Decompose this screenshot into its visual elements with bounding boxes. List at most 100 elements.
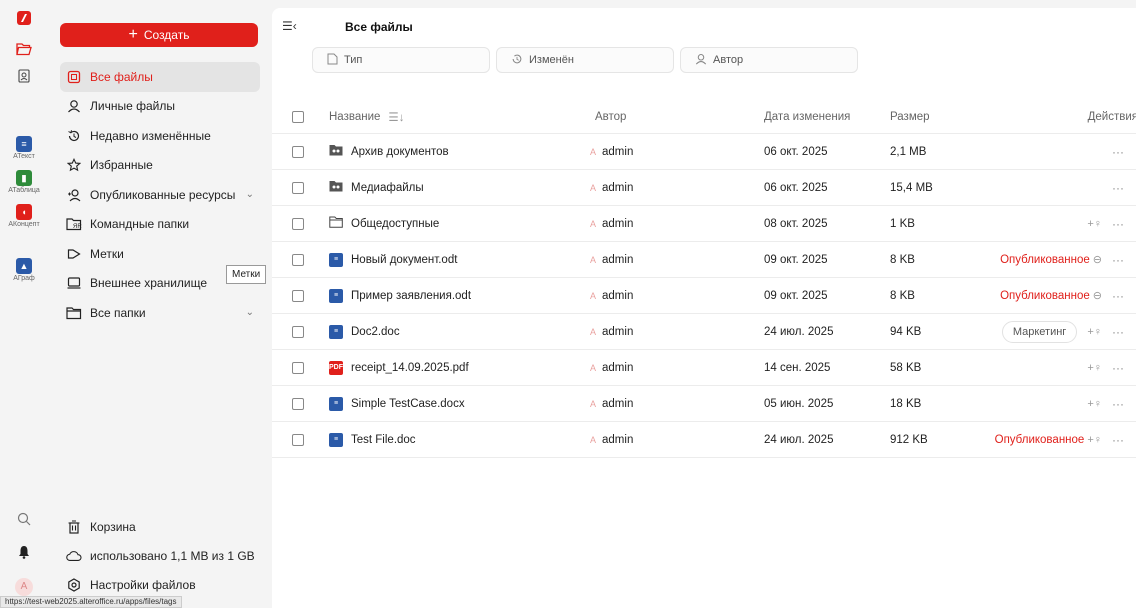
- row-checkbox[interactable]: [292, 397, 304, 410]
- sidebar-item-label: Настройки файлов: [90, 577, 196, 592]
- filter-author[interactable]: Автор: [680, 47, 858, 73]
- more-actions-icon[interactable]: ···: [1112, 289, 1124, 303]
- table-row[interactable]: Архив документов Aadmin 06 окт. 2025 2,1…: [272, 134, 1136, 170]
- share-icon[interactable]: +♀: [1087, 398, 1102, 410]
- file-name[interactable]: Общедоступные: [329, 216, 439, 231]
- author-avatar: A: [590, 218, 597, 229]
- rail-search[interactable]: [0, 512, 48, 529]
- column-date[interactable]: Дата изменения: [764, 111, 850, 123]
- file-author: Aadmin: [590, 362, 633, 374]
- filter-modified[interactable]: Изменён: [496, 47, 674, 73]
- row-checkbox[interactable]: [292, 289, 304, 302]
- file-name[interactable]: Архив документов: [329, 144, 449, 159]
- row-checkbox[interactable]: [292, 145, 304, 158]
- rail-files[interactable]: [0, 42, 48, 59]
- sidebar-item-trash[interactable]: Корзина: [60, 512, 260, 541]
- more-actions-icon[interactable]: ···: [1112, 433, 1124, 447]
- rail-app-1[interactable]: ▮ АТаблица: [0, 170, 48, 194]
- link-icon[interactable]: ⊖: [1093, 289, 1102, 302]
- table-row[interactable]: Общедоступные Aadmin 08 окт. 2025 1 KB +…: [272, 206, 1136, 242]
- rail-contacts[interactable]: [0, 69, 48, 86]
- app-root: ≡ АТекст ▮ АТаблица ◖ АКонцепт ▲ АГраф A…: [0, 0, 1136, 608]
- file-name[interactable]: ≡ Пример заявления.odt: [329, 288, 472, 303]
- link-icon[interactable]: ⊖: [1093, 253, 1102, 266]
- column-name-label: Название: [329, 110, 381, 123]
- table-row[interactable]: ≡ Simple TestCase.docx Aadmin 05 июн. 202…: [272, 386, 1136, 422]
- rail-app-3[interactable]: ▲ АГраф: [0, 258, 48, 282]
- sidebar-item-settings[interactable]: Настройки файлов: [60, 570, 260, 599]
- filter-label: Изменён: [529, 54, 574, 66]
- more-actions-icon[interactable]: ···: [1112, 325, 1124, 339]
- row-actions: ···: [1112, 181, 1124, 195]
- row-checkbox[interactable]: [292, 361, 304, 374]
- table-row[interactable]: Медиафайлы Aadmin 06 окт. 2025 15,4 MB ·…: [272, 170, 1136, 206]
- more-actions-icon[interactable]: ···: [1112, 217, 1124, 231]
- file-name-text: Новый документ.odt: [351, 253, 458, 266]
- share-icon[interactable]: +♀: [1087, 326, 1102, 338]
- sidebar-item-recent[interactable]: Недавно изменённые: [60, 121, 260, 151]
- sidebar-item-published[interactable]: Опубликованные ресурсы ⌄: [60, 180, 260, 210]
- table-row[interactable]: PDF receipt_14.09.2025.pdf Aadmin 14 сен.…: [272, 350, 1136, 386]
- history-icon: [66, 128, 82, 144]
- more-actions-icon[interactable]: ···: [1112, 361, 1124, 375]
- folder-icon: [329, 216, 343, 231]
- share-icon[interactable]: +♀: [1087, 434, 1102, 446]
- more-actions-icon[interactable]: ···: [1112, 145, 1124, 159]
- row-checkbox[interactable]: [292, 433, 304, 446]
- more-actions-icon[interactable]: ···: [1112, 397, 1124, 411]
- file-name[interactable]: PDF receipt_14.09.2025.pdf: [329, 360, 469, 375]
- table-body: Архив документов Aadmin 06 окт. 2025 2,1…: [272, 134, 1136, 458]
- sidebar-item-all-files[interactable]: Все файлы: [60, 62, 260, 92]
- chevron-down-icon[interactable]: ⌄: [246, 189, 254, 200]
- more-actions-icon[interactable]: ···: [1112, 181, 1124, 195]
- filter-label: Автор: [713, 54, 744, 66]
- more-actions-icon[interactable]: ···: [1112, 253, 1124, 267]
- published-status: Опубликованное: [994, 433, 1085, 446]
- row-checkbox[interactable]: [292, 181, 304, 194]
- search-icon: [17, 512, 31, 526]
- storage-usage-text: использовано 1,1 MB из 1 GB: [90, 548, 255, 563]
- file-name-text: Пример заявления.odt: [351, 289, 472, 302]
- file-name[interactable]: ≡ Новый документ.odt: [329, 252, 458, 267]
- table-row[interactable]: ≡ Пример заявления.odt Aadmin 09 окт. 202…: [272, 278, 1136, 314]
- author-name: admin: [602, 325, 634, 338]
- file-name[interactable]: ≡ Test File.doc: [329, 432, 416, 447]
- collapse-sidebar-icon[interactable]: ☰‹: [282, 19, 297, 33]
- table-row[interactable]: ≡ Doc2.doc Aadmin 24 июл. 2025 94 KB Марк…: [272, 314, 1136, 350]
- column-author[interactable]: Автор: [595, 111, 626, 123]
- share-icon[interactable]: +♀: [1087, 362, 1102, 374]
- file-date: 05 июн. 2025: [764, 397, 834, 410]
- row-checkbox[interactable]: [292, 217, 304, 230]
- rail-app-0[interactable]: ≡ АТекст: [0, 136, 48, 160]
- select-all-checkbox[interactable]: [292, 110, 304, 123]
- file-name-text: Медиафайлы: [351, 181, 424, 194]
- sidebar-item-all-folders[interactable]: Все папки ⌄: [60, 298, 260, 328]
- storage-usage: использовано 1,1 MB из 1 GB: [60, 541, 260, 570]
- column-name[interactable]: Название ☰↓: [329, 110, 404, 124]
- table-row[interactable]: ≡ Новый документ.odt Aadmin 09 окт. 2025 …: [272, 242, 1136, 278]
- row-checkbox[interactable]: [292, 325, 304, 338]
- sidebar-item-personal[interactable]: Личные файлы: [60, 92, 260, 122]
- rail-app-2[interactable]: ◖ АКонцепт: [0, 204, 48, 228]
- file-name[interactable]: ≡ Simple TestCase.docx: [329, 396, 465, 411]
- sidebar-item-label: Все файлы: [90, 69, 153, 84]
- status-bar-url: https://test-web2025.alteroffice.ru/apps…: [0, 596, 182, 608]
- table-row[interactable]: ≡ Test File.doc Aadmin 24 июл. 2025 912 K…: [272, 422, 1136, 458]
- rail-avatar[interactable]: A: [0, 578, 48, 596]
- file-name[interactable]: ≡ Doc2.doc: [329, 324, 400, 339]
- document-file-icon: ≡: [329, 396, 343, 411]
- sidebar-item-team-folders[interactable]: ЯR Командные папки: [60, 210, 260, 240]
- column-size[interactable]: Размер: [890, 111, 930, 123]
- create-button[interactable]: + Создать: [60, 23, 258, 47]
- chevron-down-icon[interactable]: ⌄: [246, 307, 254, 318]
- file-size: 18 KB: [890, 397, 922, 410]
- share-icon[interactable]: +♀: [1087, 218, 1102, 230]
- filter-type[interactable]: Тип: [312, 47, 490, 73]
- file-name[interactable]: Медиафайлы: [329, 180, 424, 195]
- rail-notifications[interactable]: [0, 545, 48, 562]
- row-checkbox[interactable]: [292, 253, 304, 266]
- logo[interactable]: [0, 10, 48, 29]
- tag-badge[interactable]: Маркетинг: [1001, 320, 1078, 343]
- file-name-text: Общедоступные: [351, 217, 440, 230]
- sidebar-item-favorites[interactable]: Избранные: [60, 151, 260, 181]
